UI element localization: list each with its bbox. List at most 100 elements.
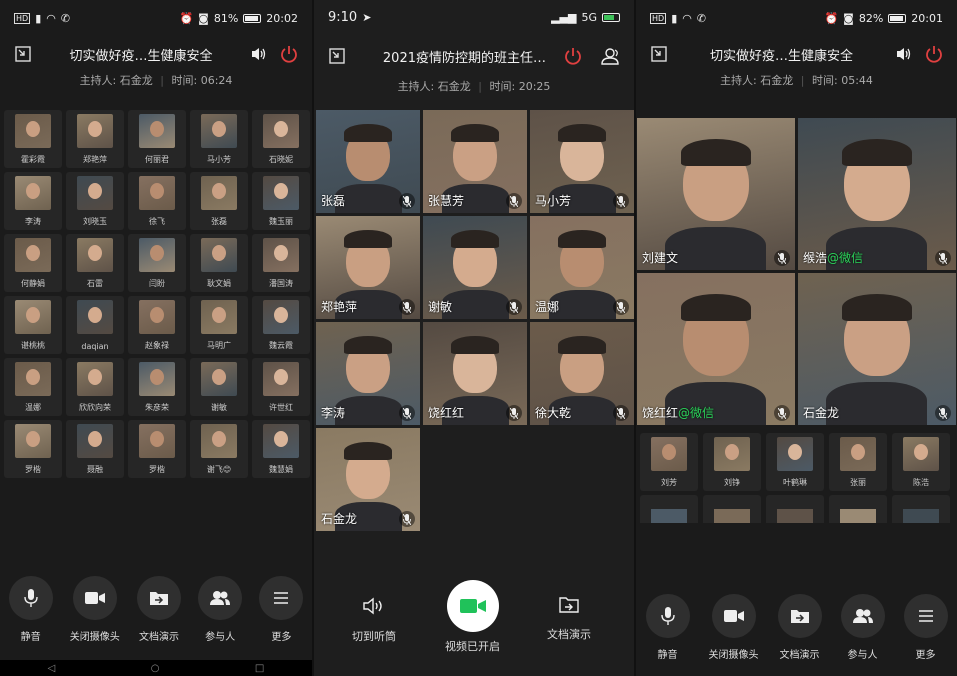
participant-video-tile[interactable]: 刘建文 [637, 118, 795, 270]
meeting-duration: 06:24 [200, 74, 233, 87]
participant-thumbnail[interactable]: 马小芳 [190, 110, 248, 168]
back-nav-icon[interactable]: ◁ [48, 663, 56, 674]
minimize-window-button[interactable] [648, 43, 670, 65]
participant-thumbnail[interactable] [892, 495, 950, 523]
participant-thumbnail[interactable]: 谢飞😊 [190, 420, 248, 478]
participant-thumbnail[interactable]: 何丽君 [128, 110, 186, 168]
video-toggle-button[interactable]: 视频已开启 [445, 580, 500, 654]
muted-mic-icon [399, 511, 415, 527]
participant-video-tile[interactable]: 缑浩@微信 [798, 118, 956, 270]
participant-thumbnail[interactable]: 谌桃桃 [4, 296, 62, 354]
participant-thumbnail[interactable]: 闫盼 [128, 234, 186, 292]
share-document-button[interactable]: 文档演示 [136, 576, 181, 643]
participant-thumbnail[interactable]: 刘芳 [640, 433, 698, 491]
more-button[interactable]: 更多 [903, 594, 948, 661]
participant-video-tile[interactable]: 李涛 [316, 322, 420, 425]
share-document-label: 文档演示 [547, 628, 591, 641]
participant-thumbnail[interactable]: 赵象禄 [128, 296, 186, 354]
participant-thumbnail[interactable]: 许世红 [252, 358, 310, 416]
participant-video-tile[interactable]: 张慧芳 [423, 110, 527, 213]
participant-video-tile[interactable]: 石金龙 [316, 428, 420, 531]
switch-to-earpiece-button[interactable]: 切到听筒 [352, 596, 396, 644]
participants-button[interactable] [600, 45, 622, 67]
status-bar: 9:10 ➤ ▂▄▆ 5G [314, 0, 634, 34]
avatar [77, 362, 113, 396]
participant-thumbnail[interactable]: 刘铮 [703, 433, 761, 491]
avatar [201, 362, 237, 396]
participant-name: 欣欣向荣 [79, 403, 111, 412]
participants-button[interactable]: 参与人 [198, 576, 243, 643]
participant-thumbnail[interactable]: 叶鹤琳 [766, 433, 824, 491]
meeting-title: 切实做好疫…生健康安全 [709, 48, 853, 64]
participant-video-tile[interactable]: 马小芳 [530, 110, 634, 213]
wechat-tag: @微信 [827, 251, 864, 265]
participant-thumbnail[interactable]: 张磊 [190, 172, 248, 230]
participant-video-tile[interactable]: 石金龙 [798, 273, 956, 425]
minimize-window-button[interactable] [12, 43, 34, 65]
participant-video-tile[interactable]: 谢敏 [423, 216, 527, 319]
participant-video-tile[interactable]: 徐大乾 [530, 322, 634, 425]
participant-thumbnail[interactable]: 罗楷 [4, 420, 62, 478]
mute-button[interactable]: 静音 [645, 594, 690, 661]
participant-video-tile[interactable]: 饶红红@微信 [637, 273, 795, 425]
participant-thumbnail[interactable]: 石雷 [66, 234, 124, 292]
participant-name-label: 谢敏 [428, 298, 452, 315]
speaker-button[interactable] [893, 43, 915, 65]
participant-thumbnail[interactable]: 谢敏 [190, 358, 248, 416]
signal-icon: ▮ [671, 11, 678, 25]
participant-thumbnail[interactable]: 魏云霞 [252, 296, 310, 354]
participant-name: 张磊 [321, 194, 346, 208]
camera-off-button[interactable]: 关闭摄像头 [70, 576, 120, 643]
video-camera-icon [723, 610, 744, 622]
participant-thumbnail[interactable] [829, 495, 887, 523]
participants-button[interactable]: 参与人 [840, 594, 885, 661]
recents-nav-icon[interactable]: □ [255, 663, 264, 674]
participant-name: 李涛 [321, 406, 346, 420]
participant-video-tile[interactable]: 张磊 [316, 110, 420, 213]
leave-meeting-button[interactable] [562, 45, 584, 67]
participant-thumbnail[interactable]: 聂融 [66, 420, 124, 478]
participant-thumbnail[interactable]: 李涛 [4, 172, 62, 230]
camera-off-button[interactable]: 关闭摄像头 [709, 594, 759, 661]
participant-thumbnail[interactable] [766, 495, 824, 523]
participant-thumbnail[interactable]: 罗楷 [128, 420, 186, 478]
share-document-button[interactable]: 文档演示 [547, 596, 591, 642]
participant-thumbnail[interactable]: 欣欣向荣 [66, 358, 124, 416]
participant-thumbnail[interactable]: daqian [66, 296, 124, 354]
participant-thumbnail[interactable]: 张丽 [829, 433, 887, 491]
speaker-button[interactable] [248, 43, 270, 65]
participant-video-tile[interactable]: 饶红红 [423, 322, 527, 425]
share-document-button[interactable]: 文档演示 [777, 594, 822, 661]
participant-thumbnail[interactable] [703, 495, 761, 523]
mute-button[interactable]: 静音 [8, 576, 53, 643]
participant-name: 徐大乾 [535, 406, 572, 420]
participant-thumbnail[interactable]: 朱彦荣 [128, 358, 186, 416]
participant-thumbnail[interactable]: 郑艳萍 [66, 110, 124, 168]
minimize-window-button[interactable] [326, 45, 348, 67]
participant-thumbnail[interactable]: 潘国涛 [252, 234, 310, 292]
participant-thumbnail[interactable] [640, 495, 698, 523]
participant-thumbnail[interactable]: 霍彩霞 [4, 110, 62, 168]
avatar [15, 300, 51, 334]
home-nav-icon[interactable]: ○ [151, 663, 160, 674]
participant-thumbnail[interactable]: 刘晓玉 [66, 172, 124, 230]
avatar [263, 176, 299, 210]
participant-thumbnail[interactable]: 徐飞 [128, 172, 186, 230]
host-name: 石金龙 [119, 74, 153, 87]
participant-thumbnail[interactable]: 魏慧娟 [252, 420, 310, 478]
participant-name-label: 张磊 [321, 192, 345, 209]
microphone-icon [660, 607, 675, 625]
participant-thumbnail[interactable]: 陈浩 [892, 433, 950, 491]
participant-thumbnail[interactable]: 魏玉丽 [252, 172, 310, 230]
participant-thumbnail[interactable]: 石晓妮 [252, 110, 310, 168]
participant-video-tile[interactable]: 郑艳萍 [316, 216, 420, 319]
participant-video-tile[interactable]: 温娜 [530, 216, 634, 319]
participant-thumbnail[interactable]: 温娜 [4, 358, 62, 416]
avatar [139, 114, 175, 148]
participant-thumbnail[interactable]: 马明广 [190, 296, 248, 354]
more-button[interactable]: 更多 [259, 576, 304, 643]
participant-thumbnail[interactable]: 耿文娟 [190, 234, 248, 292]
participant-thumbnail[interactable]: 何静娟 [4, 234, 62, 292]
leave-meeting-button[interactable] [278, 43, 300, 65]
leave-meeting-button[interactable] [923, 43, 945, 65]
